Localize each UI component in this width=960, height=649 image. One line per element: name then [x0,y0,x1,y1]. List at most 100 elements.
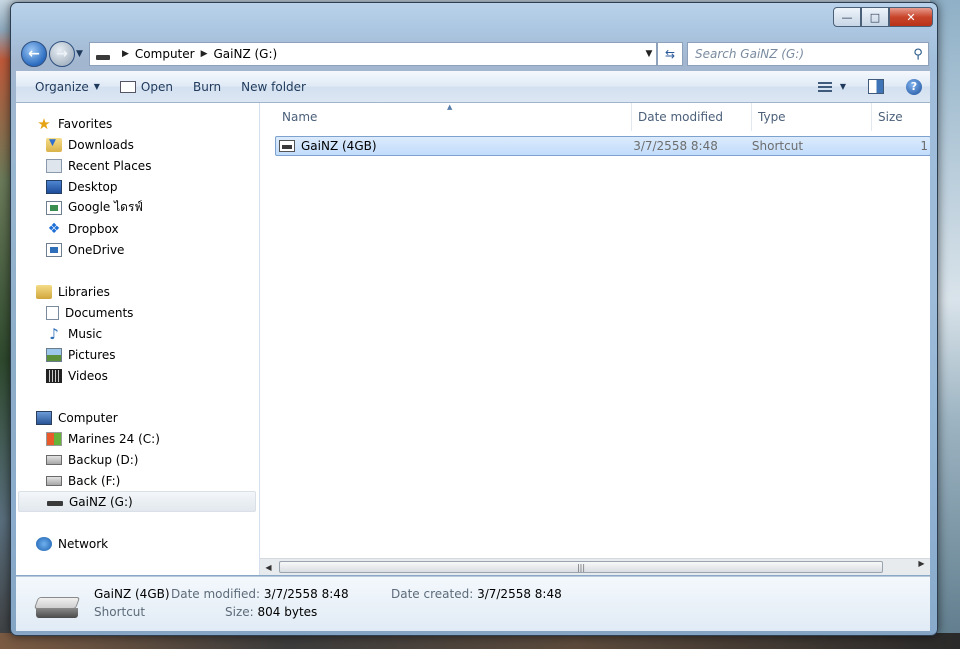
search-icon[interactable]: ⚲ [908,47,928,62]
nav-item-drive-f[interactable]: Back (F:) [46,470,120,491]
view-controls: ▼ ? [817,78,930,95]
nav-item-onedrive[interactable]: OneDrive [46,239,124,260]
nav-label: Videos [68,368,108,383]
maximize-button[interactable]: □ [861,7,889,27]
nav-label: Pictures [68,347,116,362]
nav-item-documents[interactable]: Documents [46,302,133,323]
forward-button[interactable]: → [49,41,75,67]
search-input[interactable] [688,46,908,62]
nav-item-recent-places[interactable]: Recent Places [46,155,151,176]
file-name: GaiNZ (4GB) [301,139,377,153]
open-label: Open [140,79,173,94]
nav-item-dropbox[interactable]: ❖ Dropbox [46,218,119,239]
caption-buttons: — □ ✕ [833,7,933,27]
details-label: Size: [225,605,254,619]
sort-ascending-icon: ▲ [447,103,453,111]
nav-item-desktop[interactable]: Desktop [46,176,118,197]
nav-label: Desktop [68,179,118,194]
column-header-type[interactable]: Type [752,103,872,131]
change-view-icon[interactable] [817,81,832,92]
burn-label: Burn [192,79,222,94]
google-drive-icon [46,200,62,215]
help-icon[interactable]: ? [906,78,922,95]
nav-label: OneDrive [68,242,125,257]
nav-item-music[interactable]: ♪ Music [46,323,102,344]
nav-label: Documents [65,305,134,320]
column-label: Size [878,110,903,124]
details-value: 3/7/2558 8:48 [477,587,562,601]
details-pane: GaiNZ (4GB) Shortcut Date modified: 3/7/… [16,576,930,631]
open-button[interactable]: Open [110,71,183,102]
preview-pane-icon[interactable] [868,79,884,94]
file-row[interactable]: GaiNZ (4GB) 3/7/2558 8:48 Shortcut 1 [275,136,930,156]
details-date-created: Date created: 3/7/2558 8:48 [391,587,562,601]
explorer-window: — □ ✕ ← → ▼ ▶ Computer ▶ GaiNZ (G:) ▼ ⇆ … [10,2,938,636]
computer-icon [36,410,52,425]
breadcrumb-drive[interactable]: GaiNZ (G:) [214,47,278,61]
nav-label: Recent Places [68,158,152,173]
horizontal-scrollbar[interactable]: ◀ ||| ▶ [260,558,930,575]
nav-label: Libraries [58,284,110,299]
nav-favorites[interactable]: ★ Favorites [36,113,112,134]
hard-drive-icon [46,475,62,486]
shortcut-icon [279,140,295,152]
new-folder-button[interactable]: New folder [231,71,316,102]
nav-libraries[interactable]: Libraries [36,281,110,302]
chevron-down-icon: ▼ [93,82,100,91]
breadcrumb: ▶ Computer ▶ GaiNZ (G:) [116,47,277,61]
file-size: 1 [920,139,928,153]
breadcrumb-chevron-icon[interactable]: ▶ [122,49,129,59]
nav-item-pictures[interactable]: Pictures [46,344,116,365]
nav-item-videos[interactable]: Videos [46,365,108,386]
star-icon: ★ [37,114,51,133]
address-row: ← → ▼ ▶ Computer ▶ GaiNZ (G:) ▼ ⇆ ⚲ [17,39,931,69]
column-header-date[interactable]: Date modified [632,103,752,131]
refresh-icon: ⇆ [664,47,676,61]
nav-label: Marines 24 (C:) [68,431,160,446]
column-label: Name [282,110,318,124]
history-dropdown-icon[interactable]: ▼ [76,49,83,59]
address-bar[interactable]: ▶ Computer ▶ GaiNZ (G:) ▼ [89,42,657,66]
organize-button[interactable]: Organize ▼ [16,71,110,102]
nav-item-google-drive[interactable]: Google ไดรฟ์ [46,197,143,218]
details-value: 3/7/2558 8:48 [263,587,349,601]
nav-item-downloads[interactable]: Downloads [46,134,134,155]
nav-item-drive-g[interactable]: GaiNZ (G:) [18,491,256,512]
back-button[interactable]: ← [21,41,47,67]
close-button[interactable]: ✕ [889,7,933,27]
details-value: 804 bytes [257,605,318,619]
breadcrumb-computer[interactable]: Computer [135,47,195,61]
network-icon [36,536,52,551]
large-drive-icon [33,597,81,619]
command-bar: Organize ▼ Open Burn New folder ▼ ? [16,71,930,103]
nav-label: Dropbox [68,221,119,236]
forward-arrow-icon: → [56,46,68,62]
nav-label: Computer [58,410,118,425]
dropbox-icon: ❖ [47,220,61,237]
view-dropdown-icon[interactable]: ▼ [840,82,846,91]
address-dropdown-icon[interactable]: ▼ [642,49,656,59]
hard-drive-icon [46,454,62,465]
nav-computer[interactable]: Computer [36,407,118,428]
column-header-name[interactable]: Name ▲ [260,103,632,131]
documents-icon [46,305,59,320]
column-label: Type [758,110,786,124]
scroll-left-icon[interactable]: ◀ [260,563,277,572]
burn-button[interactable]: Burn [183,71,231,102]
details-type: Shortcut [94,605,146,619]
breadcrumb-chevron-icon[interactable]: ▶ [201,49,208,59]
music-icon: ♪ [49,324,59,343]
scroll-right-icon[interactable]: ▶ [913,559,930,568]
minimize-button[interactable]: — [833,7,861,27]
scrollbar-thumb[interactable]: ||| [279,561,883,573]
column-header-size[interactable]: Size [872,103,930,131]
refresh-button[interactable]: ⇆ [657,42,683,66]
details-label: Date modified: [171,587,261,601]
file-date: 3/7/2558 8:48 [633,139,718,153]
column-headers: Name ▲ Date modified Type Size [260,103,930,131]
nav-item-drive-c[interactable]: Marines 24 (C:) [46,428,160,449]
new-folder-label: New folder [241,79,306,94]
nav-item-drive-d[interactable]: Backup (D:) [46,449,138,470]
file-name-cell: GaiNZ (4GB) [276,139,633,153]
nav-network[interactable]: Network [36,533,108,554]
